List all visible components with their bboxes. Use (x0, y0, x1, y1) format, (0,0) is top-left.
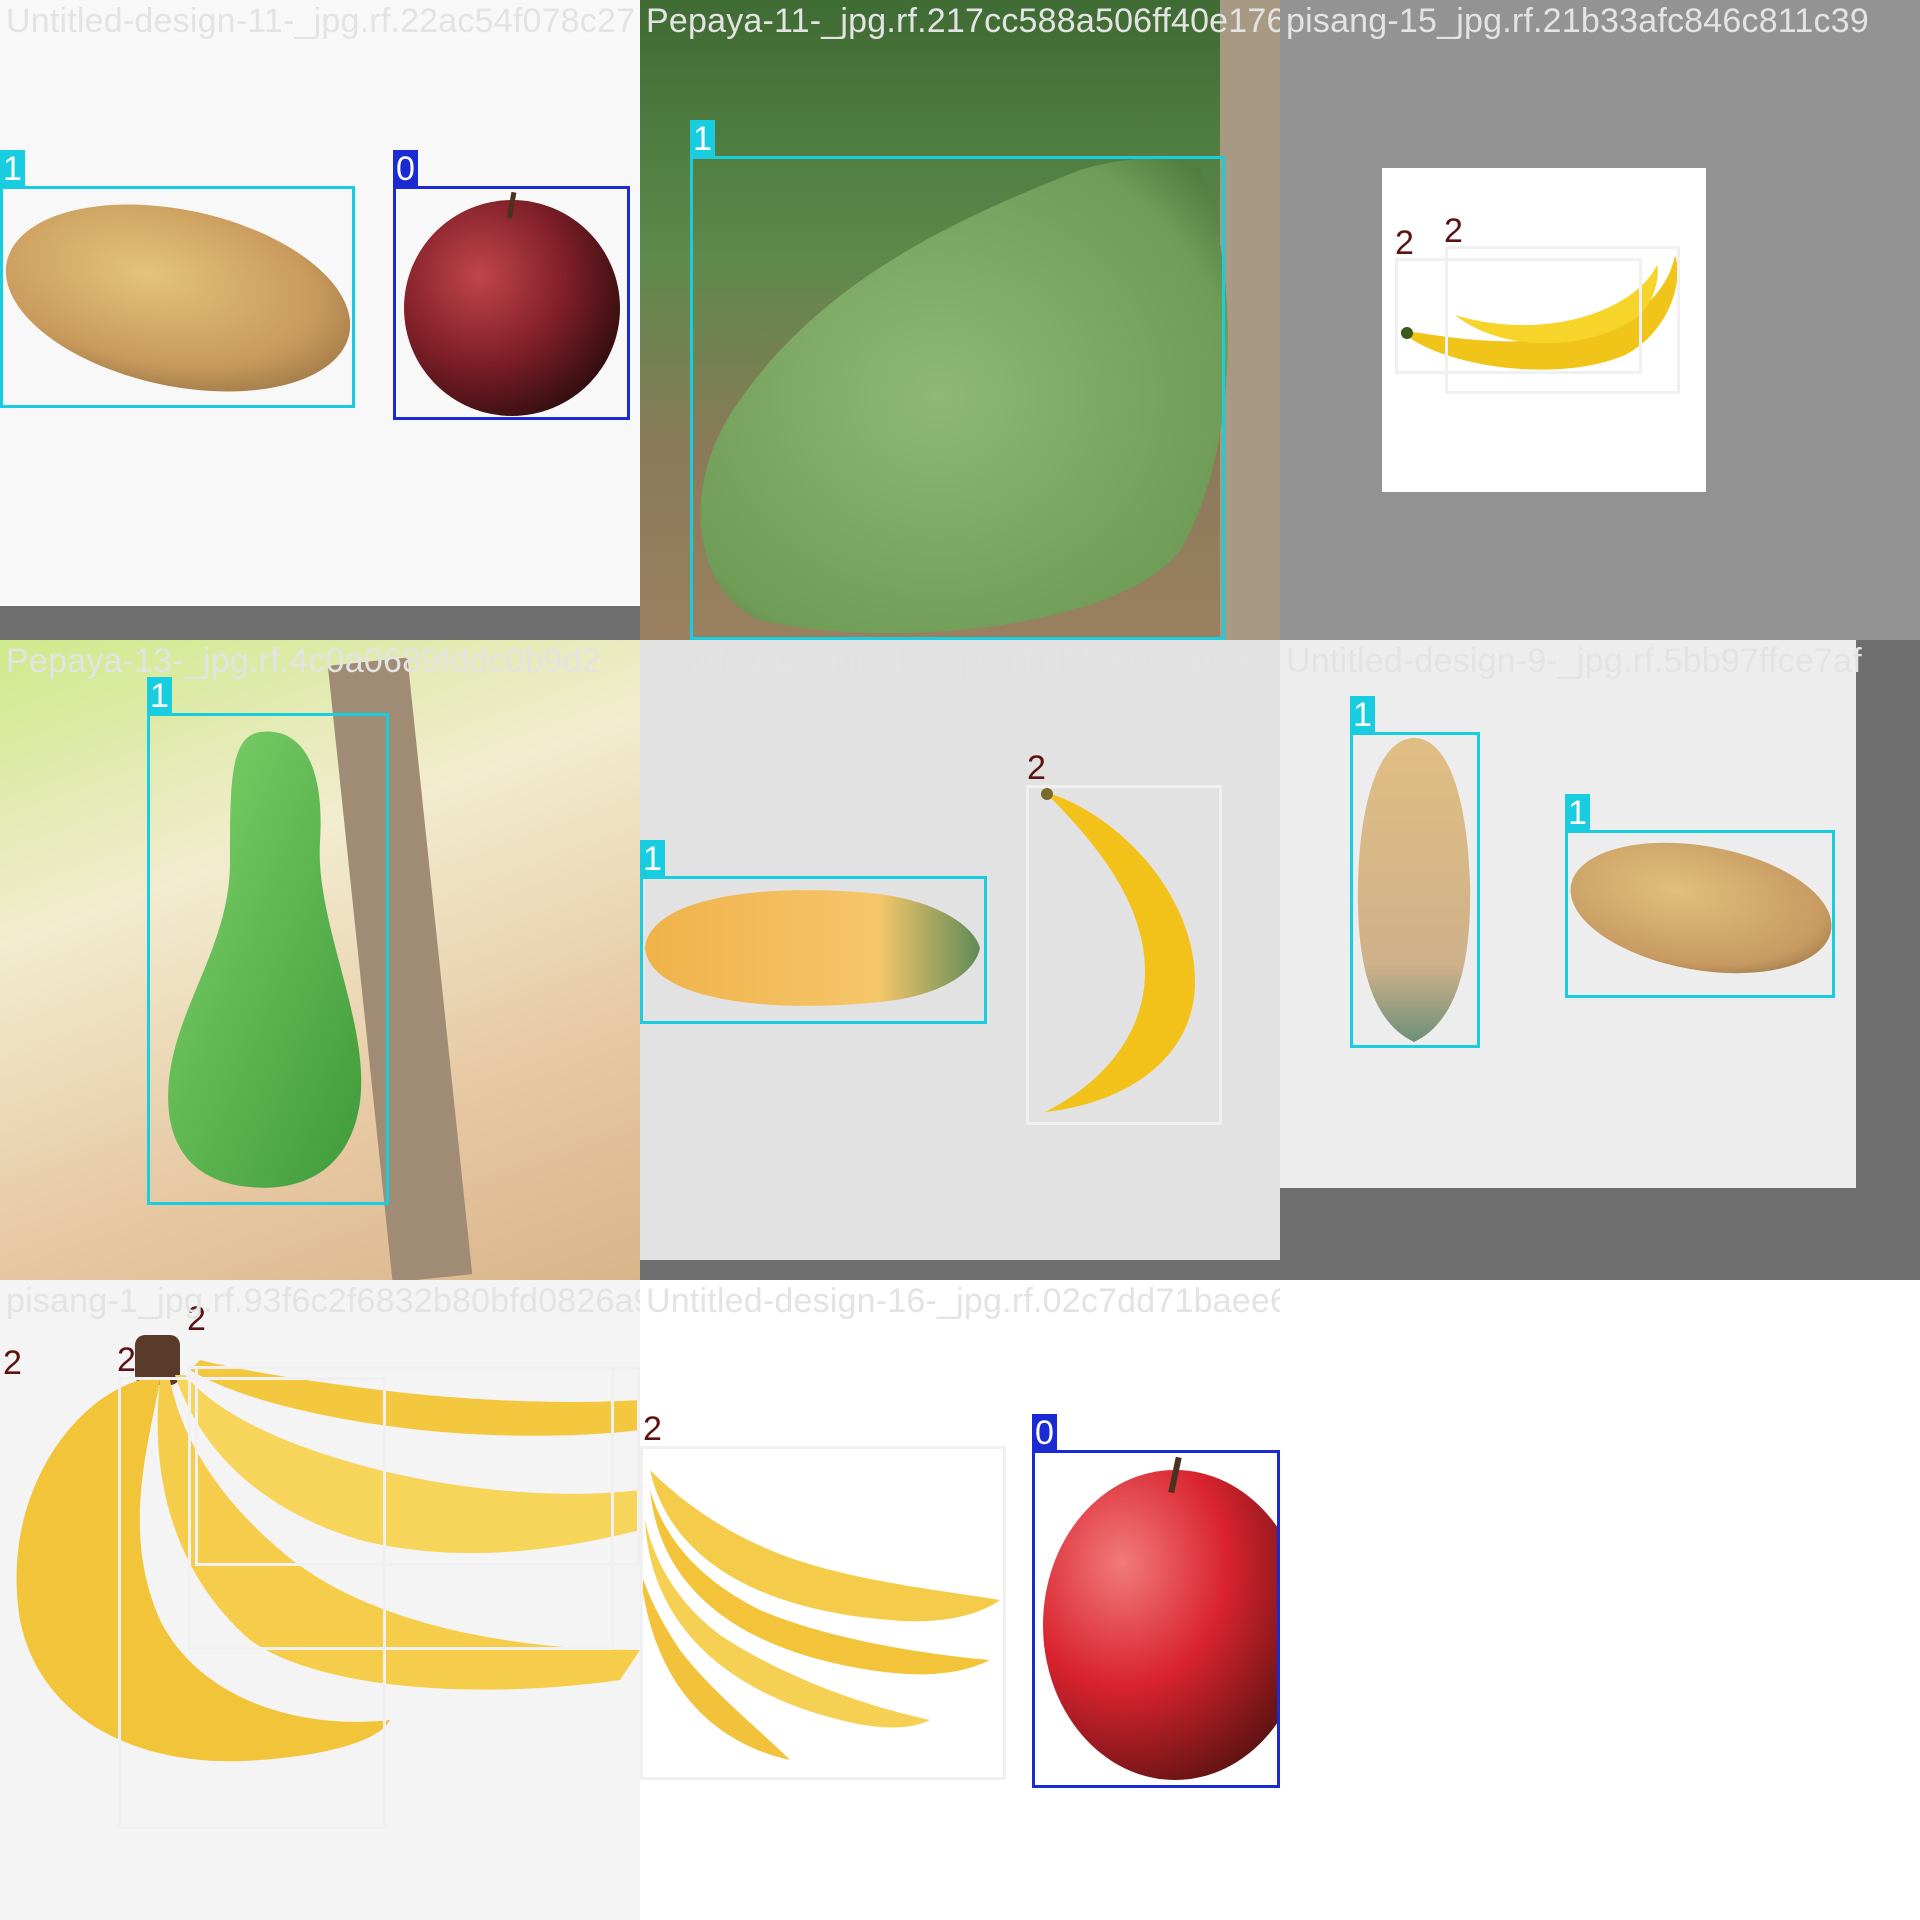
mosaic-tile: 1 0 Untitled-design-11-_jpg.rf.22ac54f07… (0, 0, 640, 640)
bounding-box-banana (640, 1446, 1006, 1780)
image-filename: Untitled-design-13-_jpg.rf.d8f76ec4af632 (646, 642, 1271, 680)
padding-band (1280, 1188, 1920, 1280)
mosaic-tile: 1 2 Untitled-design-13-_jpg.rf.d8f76ec4a… (640, 640, 1280, 1280)
mosaic-tile: 1 Pepaya-11-_jpg.rf.217cc588a506ff40e176… (640, 0, 1280, 640)
image-filename: pisang-1_jpg.rf.93f6c2f6832b80bfd0826a94 (6, 1282, 640, 1320)
bounding-box-papaya (640, 876, 987, 1024)
image-filename: Untitled-design-16-_jpg.rf.02c7dd71baee6 (646, 1282, 1280, 1320)
bounding-box-papaya (1350, 732, 1480, 1048)
detection-label: 2 (3, 1344, 22, 1382)
bounding-box-apple (1032, 1450, 1280, 1788)
detection-label: 1 (1350, 696, 1375, 734)
detection-label: 1 (640, 840, 665, 878)
detection-label: 1 (690, 120, 715, 158)
bounding-box-papaya (0, 186, 355, 408)
bounding-box-banana (1026, 785, 1222, 1125)
bounding-box-apple (393, 186, 630, 420)
detection-label: 2 (1395, 224, 1414, 262)
bounding-box-papaya (690, 156, 1225, 640)
detection-mosaic: 1 0 Untitled-design-11-_jpg.rf.22ac54f07… (0, 0, 1920, 1920)
detection-label: 2 (1027, 749, 1046, 787)
detection-label: 2 (1444, 212, 1463, 250)
bounding-box-papaya (1565, 830, 1835, 998)
padding-band (1856, 640, 1920, 1280)
empty-mosaic-slot (1280, 1280, 1920, 1920)
image-filename: Untitled-design-11-_jpg.rf.22ac54f078c27 (6, 2, 636, 40)
detection-label: 0 (393, 150, 418, 188)
detection-label: 2 (643, 1410, 662, 1448)
bounding-box-banana (1445, 246, 1680, 394)
mosaic-tile: 2 2 pisang-15_jpg.rf.21b33afc846c811c39 (1280, 0, 1920, 640)
mosaic-tile: 2 2 2 pisang-1_jpg.rf.93f6c2f6832b80bfd0… (0, 1280, 640, 1920)
image-filename: pisang-15_jpg.rf.21b33afc846c811c39 (1286, 2, 1869, 40)
image-filename: Pepaya-13-_jpg.rf.4c0a0689fddc0b9d2 (6, 642, 601, 680)
image-filename: Untitled-design-9-_jpg.rf.5bb97ffce7af (1286, 642, 1862, 680)
detection-label: 1 (0, 150, 25, 188)
padding-band (0, 606, 640, 640)
detection-label: 0 (1032, 1414, 1057, 1452)
detection-label: 1 (147, 677, 172, 715)
detection-label: 2 (117, 1341, 136, 1379)
image-filename: Pepaya-11-_jpg.rf.217cc588a506ff40e176fd (646, 2, 1280, 40)
mosaic-tile: 1 Pepaya-13-_jpg.rf.4c0a0689fddc0b9d2 (0, 640, 640, 1280)
detection-label: 1 (1565, 794, 1590, 832)
mosaic-tile: 2 0 Untitled-design-16-_jpg.rf.02c7dd71b… (640, 1280, 1280, 1920)
padding-band (640, 1260, 1280, 1280)
bounding-box-banana (195, 1366, 640, 1566)
bounding-box-papaya (147, 713, 389, 1205)
mosaic-tile: 1 1 Untitled-design-9-_jpg.rf.5bb97ffce7… (1280, 640, 1920, 1280)
